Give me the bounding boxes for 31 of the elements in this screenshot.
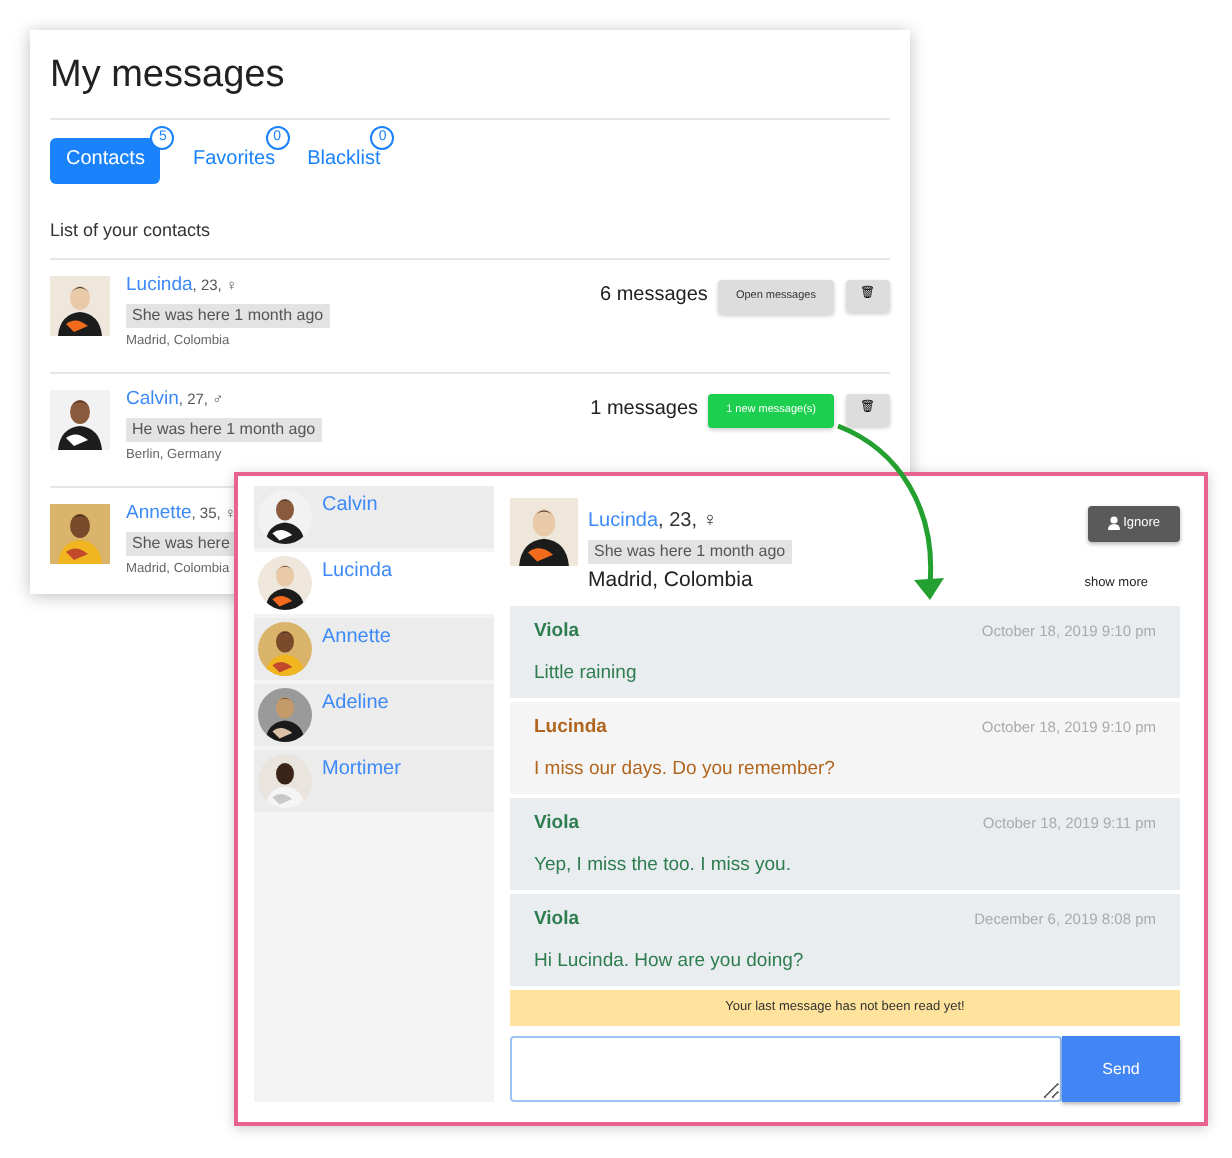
message-author: Lucinda — [534, 714, 607, 743]
last-seen-label: She was here 1 month ago — [126, 303, 330, 329]
send-button[interactable]: Send — [1062, 1036, 1180, 1102]
message-author: Viola — [534, 618, 580, 647]
message-count: 1 messages — [590, 397, 699, 423]
list-heading: List of your contacts — [50, 219, 213, 242]
contact-name[interactable]: Annette — [126, 501, 192, 524]
user-icon — [1107, 516, 1120, 530]
contact-item[interactable]: Annette — [254, 618, 494, 680]
tab[interactable]: Contacts — [50, 138, 161, 183]
contact-item[interactable]: Calvin — [254, 486, 494, 548]
last-seen-label: She was here 1 month ago — [588, 540, 792, 565]
contact-item[interactable]: Lucinda — [254, 552, 494, 614]
message-text: Little raining — [534, 659, 639, 687]
contact-name[interactable]: Calvin — [126, 387, 179, 410]
message-author: Viola — [534, 810, 580, 839]
last-seen-label: She was here — [126, 531, 236, 557]
page-title: My messages — [50, 52, 287, 100]
contact-item[interactable]: Adeline — [254, 684, 494, 746]
message-author: Viola — [534, 906, 580, 935]
contact-location: Madrid, Colombia — [588, 568, 753, 596]
message-input[interactable] — [510, 1036, 1062, 1102]
contact-name[interactable]: Lucinda — [126, 273, 193, 296]
message-text: Yep, I miss the too. I miss you. — [534, 851, 793, 879]
message-count: 6 messages — [600, 283, 708, 309]
contact-name[interactable]: Lucinda — [588, 510, 659, 532]
message-text: I miss our days. Do you remember? — [534, 755, 837, 783]
message-text: Hi Lucinda. How are you doing? — [534, 947, 806, 975]
contact-meta: , 23, ♀ — [658, 510, 718, 532]
last-seen-label: He was here 1 month ago — [126, 417, 322, 443]
contact-item[interactable]: Mortimer — [254, 750, 494, 812]
